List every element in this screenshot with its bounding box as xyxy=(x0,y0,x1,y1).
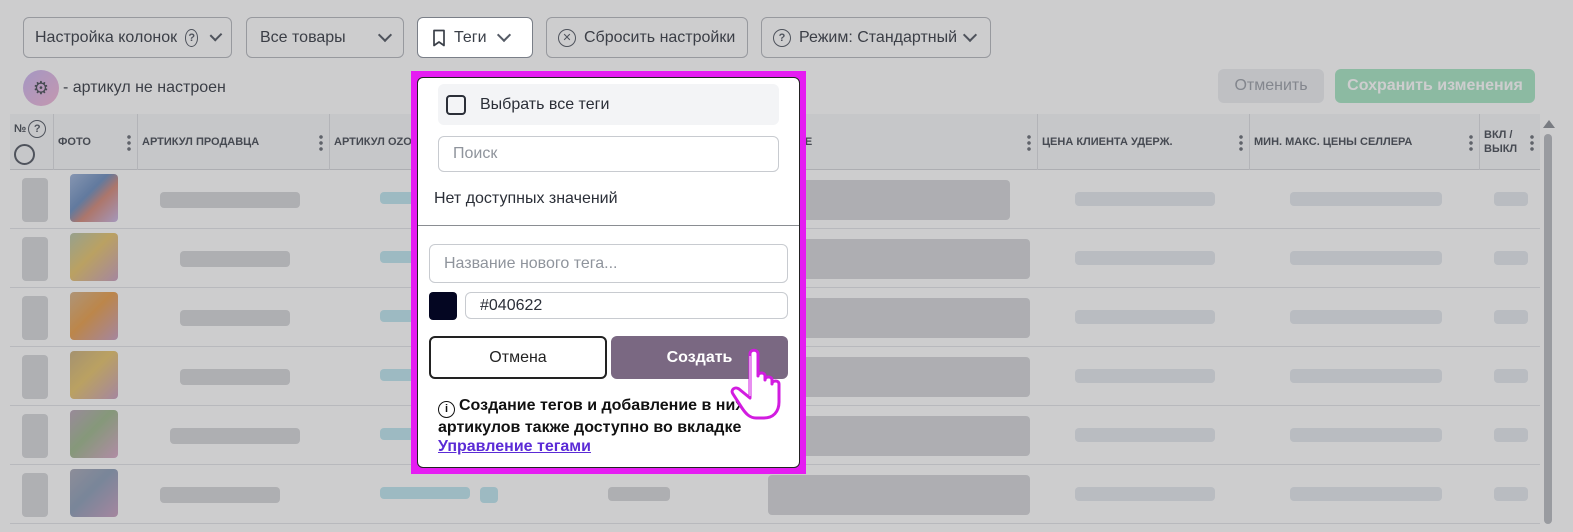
bookmark-icon xyxy=(433,29,445,46)
select-all-tags-label: Выбрать все теги xyxy=(480,95,610,113)
tag-color-hex-input[interactable] xyxy=(465,292,788,319)
info-note-text: Создание тегов и добавление в них артику… xyxy=(438,397,745,436)
chevron-down-icon xyxy=(496,27,511,43)
hand-cursor-icon xyxy=(730,348,781,420)
tag-search-input[interactable] xyxy=(438,136,779,172)
tag-color-swatch[interactable] xyxy=(429,292,457,320)
empty-state-text: Нет доступных значений xyxy=(434,190,618,207)
new-tag-name-input[interactable] xyxy=(429,244,788,283)
tags-button[interactable]: Теги xyxy=(417,17,533,58)
checkbox-icon[interactable] xyxy=(446,94,466,115)
info-icon: i xyxy=(438,401,455,418)
manage-tags-link[interactable]: Управление тегами xyxy=(438,438,591,455)
tags-label: Теги xyxy=(454,28,487,46)
divider xyxy=(418,225,799,226)
select-all-tags-option[interactable]: Выбрать все теги xyxy=(438,84,779,125)
cancel-button[interactable]: Отмена xyxy=(429,336,607,379)
